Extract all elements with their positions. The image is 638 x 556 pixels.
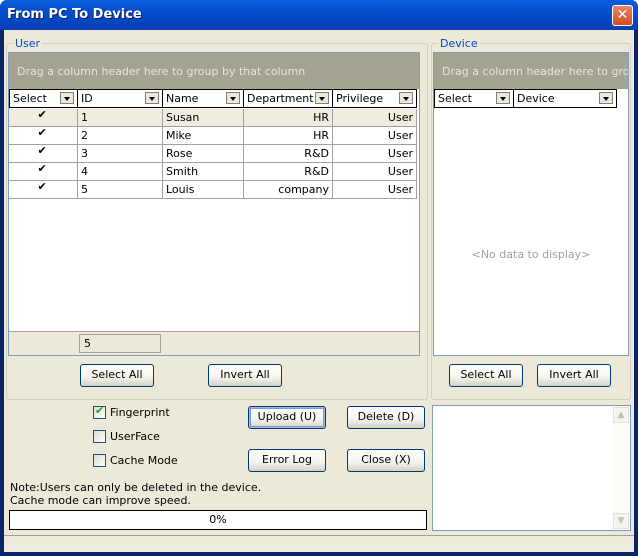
upload-button[interactable]: Upload (U) [248,406,326,429]
select-cell[interactable] [9,109,78,126]
user-group-label: User [13,37,43,50]
window-title: From PC To Device [7,7,142,22]
delete-button[interactable]: Delete (D) [347,406,425,429]
select-cell[interactable] [9,181,78,198]
select-cell[interactable] [9,163,78,180]
filter-dropdown-icon[interactable] [496,92,510,104]
userface-option[interactable]: UserFace [93,430,160,443]
progress-label: 0% [209,513,227,526]
filter-dropdown-icon[interactable] [599,92,613,104]
fingerprint-label: Fingerprint [110,406,170,419]
col-header-privilege[interactable]: Privilege [333,90,417,107]
check-icon[interactable] [38,127,49,140]
close-button[interactable]: Close (X) [347,449,425,472]
log-scrollbar[interactable]: ▲ ▼ [613,407,629,529]
close-icon: ✕ [616,7,629,23]
table-row[interactable]: 4 Smith R&D User [9,163,417,181]
table-row[interactable]: 1 Susan HR User [9,109,417,127]
cache-mode-option[interactable]: Cache Mode [93,454,178,467]
device-column-headers: Select Device [434,89,617,108]
userface-label: UserFace [110,430,160,443]
filter-dropdown-icon[interactable] [60,92,74,104]
privilege-cell: User [333,127,417,144]
table-row[interactable]: 3 Rose R&D User [9,145,417,163]
id-cell: 3 [78,145,163,162]
privilege-cell: User [333,163,417,180]
name-cell: Louis [163,181,244,198]
table-row[interactable]: 2 Mike HR User [9,127,417,145]
id-cell: 5 [78,181,163,198]
user-invert-all-button[interactable]: Invert All [208,364,282,387]
client-area: User Drag a column header here to group … [4,30,634,552]
department-cell: R&D [244,145,333,162]
department-cell: R&D [244,163,333,180]
user-group-by-panel[interactable]: Drag a column header here to group by th… [9,53,419,89]
select-cell[interactable] [9,127,78,144]
no-data-message: <No data to display> [471,248,591,261]
fingerprint-option[interactable]: Fingerprint [93,404,170,419]
userface-checkbox[interactable] [93,430,106,443]
check-icon[interactable] [38,145,49,158]
select-cell[interactable] [9,145,78,162]
upload-progress-bar: 0% [9,510,427,530]
filter-dropdown-icon[interactable] [399,92,413,104]
privilege-cell: User [333,109,417,126]
fingerprint-checkbox[interactable] [93,404,106,419]
col-header-device[interactable]: Device [514,90,617,107]
user-groupbox: User Drag a column header here to group … [6,37,428,400]
privilege-cell: User [333,181,417,198]
device-grid: Drag a column header here to group by th… [433,52,629,356]
user-column-headers: Select ID Name Department Privilege [9,89,417,108]
user-grid-footer: 5 [9,331,419,355]
cache-mode-label: Cache Mode [110,454,178,467]
id-cell: 1 [78,109,163,126]
department-cell: company [244,181,333,198]
error-log-button[interactable]: Error Log [248,449,326,472]
scroll-down-icon[interactable]: ▼ [613,513,629,529]
device-group-by-panel[interactable]: Drag a column header here to group by th… [434,53,628,89]
check-icon[interactable] [38,109,49,122]
device-select-all-button[interactable]: Select All [449,364,523,387]
id-cell: 4 [78,163,163,180]
filter-dropdown-icon[interactable] [145,92,159,104]
filter-dropdown-icon[interactable] [226,92,240,104]
user-grid: Drag a column header here to group by th… [8,52,420,356]
note-line-2: Cache mode can improve speed. [10,494,191,507]
scroll-up-icon[interactable]: ▲ [613,407,629,423]
col-header-name[interactable]: Name [163,90,244,107]
device-groupbox: Device Drag a column header here to grou… [431,37,631,400]
note-line-1: Note:Users can only be deleted in the de… [10,481,262,494]
col-header-select[interactable]: Select [9,90,78,107]
check-icon[interactable] [38,163,49,176]
status-strip [4,535,634,552]
col-header-department[interactable]: Department [244,90,333,107]
department-cell: HR [244,109,333,126]
device-group-label: Device [438,37,480,50]
name-cell: Susan [163,109,244,126]
title-bar[interactable]: From PC To Device ✕ [0,0,638,30]
department-cell: HR [244,127,333,144]
row-count-summary: 5 [79,334,161,353]
name-cell: Mike [163,127,244,144]
user-select-all-button[interactable]: Select All [80,364,154,387]
filter-dropdown-icon[interactable] [315,92,329,104]
id-cell: 2 [78,127,163,144]
col-header-select[interactable]: Select [434,90,514,107]
cache-mode-checkbox[interactable] [93,454,106,467]
check-icon[interactable] [38,181,49,194]
window-close-button[interactable]: ✕ [612,5,633,26]
name-cell: Rose [163,145,244,162]
col-header-id[interactable]: ID [78,90,163,107]
dialog-window: From PC To Device ✕ User Drag a column h… [0,0,638,556]
privilege-cell: User [333,145,417,162]
table-row[interactable]: 5 Louis company User [9,181,417,199]
name-cell: Smith [163,163,244,180]
log-textbox[interactable]: ▲ ▼ [432,405,631,531]
device-invert-all-button[interactable]: Invert All [537,364,611,387]
